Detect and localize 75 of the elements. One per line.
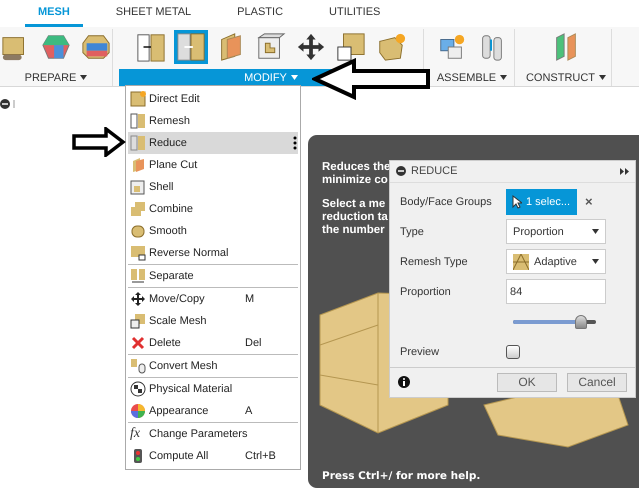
tooltip-text: minimize co — [322, 174, 388, 187]
dropdown[interactable]: Proportion — [506, 219, 606, 244]
tooltip-text: the number — [322, 224, 385, 237]
menu-item[interactable]: Delete Del — [128, 332, 298, 354]
shell-icon — [130, 179, 146, 195]
group-dropdown[interactable]: PREPARE — [0, 69, 112, 86]
clear-button[interactable]: × — [585, 194, 593, 210]
menu-item[interactable]: Appearance A — [128, 400, 298, 422]
field-label: Preview — [400, 346, 440, 358]
menu-item[interactable]: Plane Cut — [128, 154, 298, 176]
tooltip-footer: Press Ctrl+/ for more help. — [322, 470, 480, 482]
color-wheel-icon — [130, 403, 146, 419]
scale-icon — [130, 313, 146, 329]
dialog-title: REDUCE — [411, 165, 458, 178]
more-icon[interactable] — [293, 136, 297, 150]
info-icon[interactable] — [398, 376, 410, 388]
menu-item[interactable]: Direct Edit — [128, 88, 298, 110]
group-dropdown[interactable]: ASSEMBLE — [430, 69, 514, 86]
dialog-button[interactable]: OK — [497, 372, 557, 392]
menu-item[interactable]: Shell — [128, 176, 298, 198]
field-label: Remesh Type — [400, 256, 469, 268]
reduce-icon — [176, 32, 206, 62]
function-icon: fx — [130, 426, 146, 442]
slider[interactable] — [513, 314, 596, 329]
cylinder-icon — [130, 223, 146, 239]
field-label: Body/Face Groups — [400, 196, 493, 208]
collapse-icon[interactable] — [396, 166, 406, 176]
menu-item[interactable]: Compute All Ctrl+B — [128, 445, 298, 467]
delete-icon — [130, 335, 146, 351]
caret-icon — [80, 75, 88, 80]
cube-spark-icon — [130, 91, 146, 107]
menu-item[interactable]: Smooth — [128, 220, 298, 242]
group-dropdown[interactable]: CONSTRUCT — [521, 69, 611, 86]
ribbon-tab[interactable]: SHEET METAL — [102, 6, 204, 27]
mesh-icon — [513, 254, 529, 270]
move-icon — [130, 291, 146, 307]
separate-icon — [130, 268, 146, 284]
checkbox[interactable] — [506, 344, 520, 359]
cursor-icon — [512, 194, 522, 209]
caret-icon — [500, 75, 508, 80]
convert-icon — [130, 358, 146, 374]
input-field[interactable]: 84 — [506, 279, 606, 304]
menu-item[interactable]: Remesh — [128, 110, 298, 132]
field-label: Type — [400, 226, 425, 238]
caret-icon — [592, 229, 599, 234]
remesh-icon — [130, 113, 146, 129]
menu-item[interactable]: Reverse Normal — [128, 242, 298, 264]
menu-item[interactable]: fx Change Parameters — [128, 423, 298, 445]
menu-item[interactable]: Physical Material — [128, 378, 298, 400]
menu-item[interactable]: Separate — [128, 265, 298, 287]
plane-cut-icon — [130, 157, 146, 173]
expand-icon[interactable] — [620, 168, 629, 175]
menu-item[interactable]: Combine — [128, 198, 298, 220]
caret-icon — [592, 259, 599, 264]
ribbon-tab[interactable]: PLASTIC — [224, 6, 296, 27]
menu-item[interactable]: Scale Mesh — [128, 310, 298, 332]
remesh-icon — [136, 32, 166, 62]
caret-icon — [290, 75, 298, 80]
menu-item[interactable]: Move/Copy M — [128, 288, 298, 310]
scale-icon — [336, 32, 366, 62]
tooltip-text: Select a me — [322, 198, 386, 211]
tooltip-text: reduction ta — [322, 211, 388, 224]
reduce-icon — [130, 135, 146, 151]
tooltip-text: Reduces the — [322, 161, 390, 174]
caret-icon — [599, 75, 606, 80]
combine-icon — [130, 201, 146, 217]
menu-item[interactable]: Convert Mesh — [128, 355, 298, 377]
checker-sphere-icon — [130, 381, 146, 397]
ribbon-tab[interactable]: UTILITIES — [316, 6, 394, 27]
dialog-button[interactable]: Cancel — [567, 372, 627, 392]
dropdown[interactable]: Adaptive — [506, 249, 606, 274]
field-label: Proportion — [400, 286, 452, 298]
menu-item[interactable]: Reduce — [128, 132, 298, 154]
collapse-icon[interactable] — [0, 98, 16, 110]
move-icon — [296, 32, 326, 62]
